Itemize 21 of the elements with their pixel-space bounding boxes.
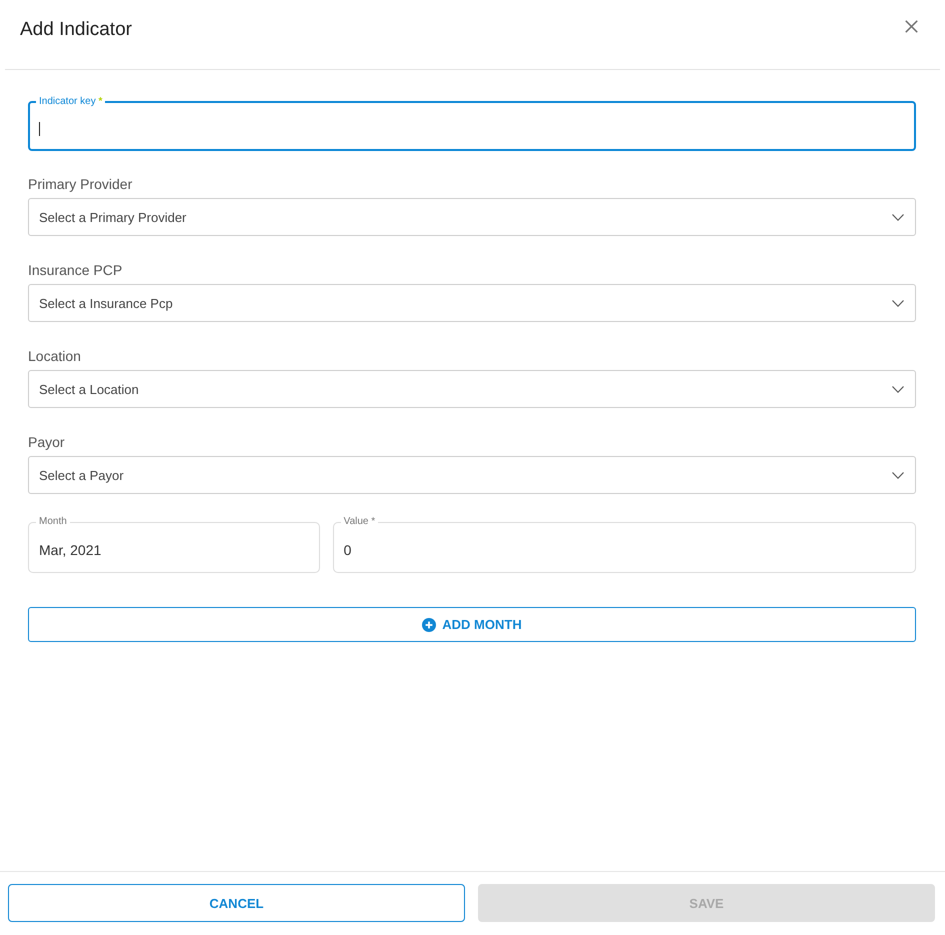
field-label: Insurance PCP (28, 262, 124, 278)
select-dropdown[interactable]: Select a Location (28, 370, 916, 408)
plus-circle-icon (422, 618, 436, 632)
text-field[interactable]: Indicator key * (28, 96, 916, 151)
select-dropdown[interactable]: Select a Insurance Pcp (28, 284, 916, 322)
add-month-button[interactable]: ADD MONTH (28, 607, 916, 642)
field-label: Payor (28, 434, 66, 450)
dialog-title: Add Indicator (20, 18, 132, 42)
chevron-down-icon (892, 300, 904, 306)
chevron-down-icon (892, 472, 904, 478)
chevron-down-icon (892, 214, 904, 220)
field-label: Location (28, 348, 82, 364)
cancel-button[interactable]: CANCEL (8, 884, 465, 922)
select-dropdown[interactable]: Select a Payor (28, 456, 916, 494)
select-dropdown[interactable]: Select a Primary Provider (28, 198, 916, 236)
text-cursor (39, 122, 40, 136)
value-field[interactable]: Value * 0 (332, 516, 916, 573)
month-field[interactable]: Month Mar, 2021 (28, 516, 320, 573)
close-icon[interactable] (905, 20, 918, 33)
chevron-down-icon (892, 386, 904, 392)
field-label: Primary Provider (28, 176, 134, 192)
